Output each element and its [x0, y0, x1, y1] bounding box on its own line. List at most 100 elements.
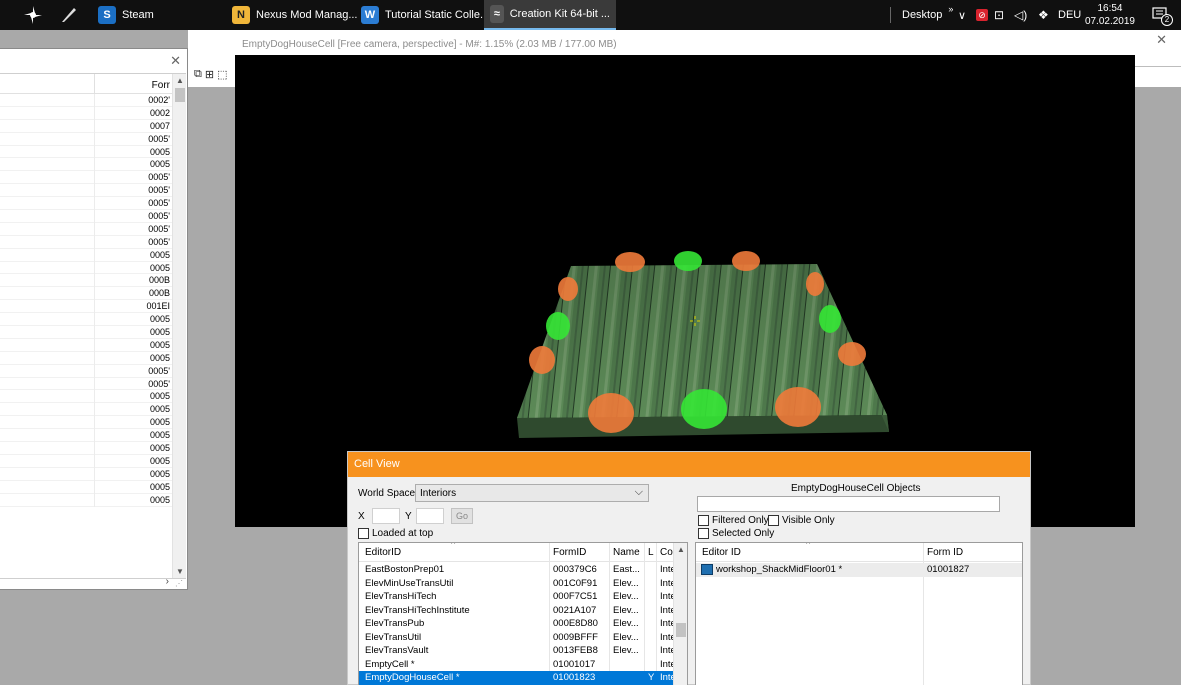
dropbox-icon[interactable]: ❖	[1038, 0, 1049, 30]
loaded-at-top-checkbox[interactable]: Loaded at top	[358, 528, 433, 539]
scroll-up-icon[interactable]: ▲	[674, 545, 687, 554]
x-coordinate-input[interactable]	[372, 508, 400, 524]
cell-row[interactable]: EastBostonPrep01 000379C6 East... Inte	[359, 563, 674, 577]
name-column-header[interactable]: Name	[613, 547, 640, 558]
close-icon[interactable]: ✕	[1156, 32, 1167, 48]
volume-icon[interactable]: ◁)	[1014, 0, 1027, 30]
object-row[interactable]: 0005	[0, 313, 186, 327]
object-row[interactable]: 0005	[0, 480, 186, 494]
snap-marker[interactable]	[732, 251, 760, 271]
object-row[interactable]: 0005	[0, 145, 186, 159]
resize-grip-icon[interactable]: ⋰	[175, 579, 183, 588]
cell-row[interactable]: EmptyCell * 01001017 Inte	[359, 658, 674, 672]
object-row[interactable]: 0005'	[0, 197, 186, 211]
object-row[interactable]: 0005'	[0, 364, 186, 378]
l-column-header[interactable]: L	[648, 547, 654, 558]
snap-marker[interactable]	[588, 393, 634, 433]
editor-id-column-header[interactable]: Editor ID	[702, 547, 741, 558]
object-row[interactable]: 0005	[0, 454, 186, 468]
desktop-toolbar[interactable]: Desktop »	[902, 0, 953, 30]
snap-marker[interactable]	[681, 389, 727, 429]
scroll-thumb[interactable]	[676, 623, 686, 637]
toolbar-snap-icon[interactable]: ⧉	[194, 68, 202, 81]
object-row[interactable]: 0005	[0, 248, 186, 262]
object-row[interactable]: 0005	[0, 442, 186, 456]
taskbar-app-steam[interactable]: S Steam	[92, 0, 160, 30]
taskbar-app-word[interactable]: W Tutorial Static Colle...	[355, 0, 495, 30]
filtered-only-checkbox[interactable]: Filtered Only	[698, 515, 769, 526]
taskbar-app-creation-kit[interactable]: ≈ Creation Kit 64-bit ...	[484, 0, 616, 30]
object-row[interactable]: workshop_ShackMidFloor01 * 01001827	[696, 563, 1022, 577]
snap-marker[interactable]	[674, 251, 702, 271]
object-row[interactable]: 001EI	[0, 300, 186, 314]
object-list[interactable]: Forr 0002' 0002 0007 0005' 0005 0005 0005' 0005…	[0, 73, 186, 579]
clock[interactable]: 16:54 07.02.2019	[1085, 2, 1135, 28]
vertical-scrollbar[interactable]: ▲	[673, 543, 687, 685]
snap-marker[interactable]	[546, 312, 570, 340]
object-row[interactable]: 0005	[0, 326, 186, 340]
snap-marker[interactable]	[819, 305, 841, 333]
go-button[interactable]: Go	[451, 508, 473, 524]
notification-center-icon[interactable]: 2	[1151, 6, 1173, 26]
object-row[interactable]: 0005'	[0, 235, 186, 249]
network-icon[interactable]: ⊡	[994, 0, 1004, 30]
snap-marker[interactable]	[615, 252, 645, 272]
object-row[interactable]: 0002'	[0, 94, 186, 107]
object-row[interactable]: 0005	[0, 429, 186, 443]
cell-list[interactable]: EditorID ^ FormID Name L Co EastBostonPr…	[358, 542, 688, 685]
object-row[interactable]: 000B	[0, 274, 186, 288]
cell-objects-list[interactable]: Editor ID ^ Form ID workshop_ShackMidFlo…	[695, 542, 1023, 685]
object-row[interactable]: 0005	[0, 390, 186, 404]
selected-only-checkbox[interactable]: Selected Only	[698, 528, 774, 539]
world-space-select[interactable]: Interiors ⌵	[415, 484, 649, 502]
object-row[interactable]: 0005'	[0, 377, 186, 391]
toolbar-grid-icon[interactable]: ⊞	[205, 68, 214, 81]
cell-row[interactable]: ElevTransHiTechInstitute 0021A107 Elev... I…	[359, 604, 674, 618]
taskbar-app-nexus[interactable]: N Nexus Mod Manag...	[226, 0, 364, 30]
snap-marker[interactable]	[775, 387, 821, 427]
cell-row[interactable]: ElevMinUseTransUtil 001C0F91 Elev... Inte	[359, 577, 674, 591]
object-row[interactable]: 0005'	[0, 222, 186, 236]
object-row[interactable]: 0005	[0, 158, 186, 172]
object-row[interactable]: 0002	[0, 106, 186, 120]
scroll-right-icon[interactable]: ›	[166, 576, 169, 587]
object-row[interactable]: 0005	[0, 493, 186, 507]
vertical-scrollbar[interactable]: ▲ ▼	[172, 74, 186, 578]
form-id-column-header[interactable]: Forr	[152, 80, 170, 91]
toolbar-cube-icon[interactable]: ⬚	[217, 68, 227, 81]
cell-row[interactable]: ElevTransPub 000E8D80 Elev... Inte	[359, 617, 674, 631]
cell-row[interactable]: ElevTransUtil 0009BFFF Elev... Inte	[359, 631, 674, 645]
tray-overflow-chevron-icon[interactable]: ∨	[958, 0, 966, 30]
object-row[interactable]: 0005	[0, 467, 186, 481]
object-row[interactable]: 0005'	[0, 171, 186, 185]
fan-app-icon[interactable]	[18, 0, 48, 30]
y-coordinate-input[interactable]	[416, 508, 444, 524]
object-list-header[interactable]: Forr	[0, 74, 186, 94]
snap-marker[interactable]	[558, 277, 578, 301]
object-row[interactable]: 000B	[0, 287, 186, 301]
cell-row[interactable]: ElevTransVault 0013FEB8 Elev... Inte	[359, 644, 674, 658]
language-indicator[interactable]: DEU	[1058, 0, 1081, 30]
object-row[interactable]: 0005	[0, 261, 186, 275]
object-row[interactable]: 0005	[0, 403, 186, 417]
snap-marker[interactable]	[529, 346, 555, 374]
form-id-column-header[interactable]: Form ID	[927, 547, 963, 558]
form-id-column-header[interactable]: FormID	[553, 547, 586, 558]
feather-app-icon[interactable]	[54, 0, 84, 30]
co-column-header[interactable]: Co	[660, 547, 673, 558]
cell-row[interactable]: ElevTransHiTech 000F7C51 Elev... Inte	[359, 590, 674, 604]
scroll-thumb[interactable]	[175, 88, 185, 102]
object-row[interactable]: 0007	[0, 119, 186, 133]
object-row[interactable]: 0005'	[0, 184, 186, 198]
scroll-up-icon[interactable]: ▲	[173, 76, 186, 85]
object-row[interactable]: 0005'	[0, 210, 186, 224]
object-row[interactable]: 0005'	[0, 132, 186, 146]
scroll-down-icon[interactable]: ▼	[173, 567, 186, 576]
object-row[interactable]: 0005	[0, 351, 186, 365]
antivirus-tray-icon[interactable]: ⊘	[976, 0, 988, 30]
snap-marker[interactable]	[806, 272, 824, 296]
objects-filter-input[interactable]	[697, 496, 1000, 512]
cell-row[interactable]: EmptyDogHouseCell * 01001823 Y Inte	[359, 671, 674, 685]
object-row[interactable]: 0005	[0, 416, 186, 430]
editor-id-column-header[interactable]: EditorID	[365, 547, 401, 558]
